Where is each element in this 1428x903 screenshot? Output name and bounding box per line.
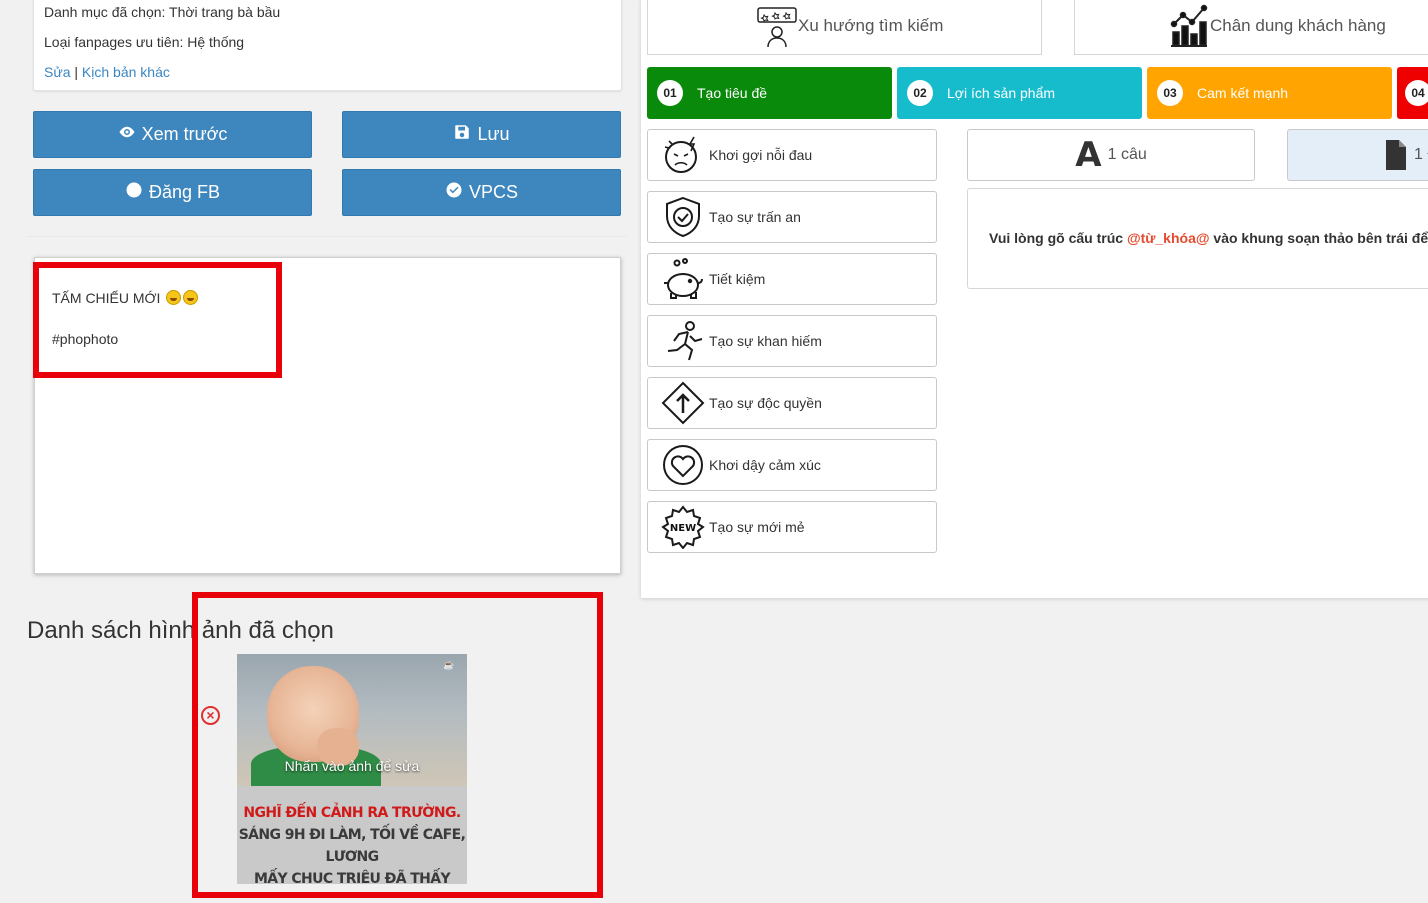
option-emotion[interactable]: Khơi dậy cảm xúc [647,439,937,491]
save-button[interactable]: Lưu [342,111,621,158]
option-reassure[interactable]: Tạo sự trấn an [647,191,937,243]
thumbnail-edit-caption: Nhấn vào ảnh để sửa [284,758,420,774]
step-label: Tạo tiêu đề [697,85,768,101]
preview-label: Xem trước [141,124,228,144]
floppy-icon [453,123,471,146]
editor-text-line-1: TẤM CHIẾU MỚI [52,290,161,306]
road-sign-icon [661,381,705,425]
length-document-button[interactable]: 1 Đ [1287,129,1428,181]
preview-button[interactable]: Xem trước [33,111,312,158]
option-label: Khơi gợi nỗi đau [709,147,813,163]
coffee-logo-icon: ☕ [443,660,455,670]
option-exclusive[interactable]: Tạo sự độc quyền [647,377,937,429]
shield-check-icon [661,195,705,239]
post-editor[interactable]: TẤM CHIẾU MỚI #phophoto [34,257,621,574]
post-fb-button[interactable]: Đăng FB [33,169,312,216]
editor-hashtag: #phophoto [52,331,119,347]
step-number: 01 [657,80,683,106]
search-trends-label: Xu hướng tìm kiếm [798,16,944,35]
option-scarcity[interactable]: Tạo sự khan hiếm [647,315,937,367]
svg-text:NEW: NEW [670,523,696,534]
piggy-bank-icon [661,257,705,301]
search-trends-icon [756,4,798,48]
structure-hint: Vui lòng gõ cấu trúc @từ_khóa@ vào khung… [967,188,1428,289]
customer-portrait-label: Chân dung khách hàng [1210,16,1386,35]
option-label: Khơi dậy cảm xúc [709,457,821,473]
save-label: Lưu [477,124,510,144]
option-saving[interactable]: Tiết kiệm [647,253,937,305]
selected-images-title: Danh sách hình ảnh đã chọn [27,617,334,644]
option-label: Tạo sự trấn an [709,209,801,225]
customer-portrait-card[interactable]: Chân dung khách hàng [1074,0,1428,55]
heart-icon [661,443,705,487]
search-trends-card[interactable]: Xu hướng tìm kiếm [647,0,1042,55]
step-number: 04 [1405,80,1428,106]
post-fb-label: Đăng FB [148,182,221,202]
bar-chart-icon [1168,4,1210,48]
one-sentence-label: 1 câu [1107,146,1147,163]
option-novelty[interactable]: NEW Tạo sự mới mẻ [647,501,937,553]
option-label: Tạo sự độc quyền [709,395,822,411]
selection-info-card: Danh mục đã chọn: Thời trang bà bầu Loại… [33,0,622,91]
meme-line-3: MẤY CHỤC TRIỆU ĐÃ THẤY HÁO HỨC RỒI [253,871,451,884]
length-one-sentence-button[interactable]: A 1 câu [967,129,1255,181]
tab-step-2[interactable]: 02 Lợi ích sản phẩm [897,67,1142,119]
category-line: Danh mục đã chọn: Thời trang bà bầu [44,4,281,20]
step-number: 03 [1157,80,1183,106]
tab-step-1[interactable]: 01 Tạo tiêu đề [647,67,892,119]
edit-link[interactable]: Sửa [44,64,71,80]
new-badge-icon: NEW [661,505,705,550]
editor-line-1: TẤM CHIẾU MỚI [52,290,199,306]
fanpage-type-line: Loại fanpages ưu tiên: Hệ thống [44,34,245,50]
letter-a-icon: A [1075,135,1102,175]
remove-image-icon[interactable]: × [201,706,220,725]
hint-prefix: Vui lòng gõ cấu trúc [989,230,1127,246]
laughing-emoji-icon [166,290,182,305]
option-label: Tạo sự mới mẻ [709,519,805,535]
tab-step-4[interactable]: 04 [1397,67,1428,119]
step-label: Cam kết mạnh [1197,85,1289,101]
running-person-icon [661,319,705,363]
hint-suffix: vào khung soạn thảo bên trái để [1209,230,1428,246]
check-circle-icon [445,181,463,204]
other-script-link[interactable]: Kịch bản khác [82,64,170,80]
tab-step-3[interactable]: 03 Cam kết mạnh [1147,67,1392,119]
document-length-label: 1 Đ [1414,146,1428,163]
pain-icon [661,133,705,177]
laughing-emoji-icon [183,290,199,305]
clock-icon [125,181,143,204]
meme-line-1: NGHĨ ĐẾN CẢNH RA TRƯỜNG. [243,805,461,821]
option-label: Tạo sự khan hiếm [709,333,822,349]
selected-image-thumbnail[interactable]: ☕ Nhấn vào ảnh để sửa NGHĨ ĐẾN CẢNH RA T… [237,654,467,884]
eye-icon [118,123,136,146]
thumbnail-meme-text: NGHĨ ĐẾN CẢNH RA TRƯỜNG. SÁNG 9H ĐI LÀM,… [237,786,467,884]
hint-keyword: @từ_khóa@ [1126,230,1210,246]
step-number: 02 [907,80,933,106]
option-label: Tiết kiệm [709,271,766,287]
vpcs-label: VPCS [468,182,519,202]
document-icon [1384,139,1408,171]
meme-line-2: SÁNG 9H ĐI LÀM, TỐI VỀ CAFE, LƯƠNG [238,827,466,865]
step-label: Lợi ích sản phẩm [947,85,1056,101]
info-links: Sửa | Kịch bản khác [44,64,170,80]
vpcs-button[interactable]: VPCS [342,169,621,216]
option-pain[interactable]: Khơi gợi nỗi đau [647,129,937,181]
link-separator: | [70,64,82,80]
